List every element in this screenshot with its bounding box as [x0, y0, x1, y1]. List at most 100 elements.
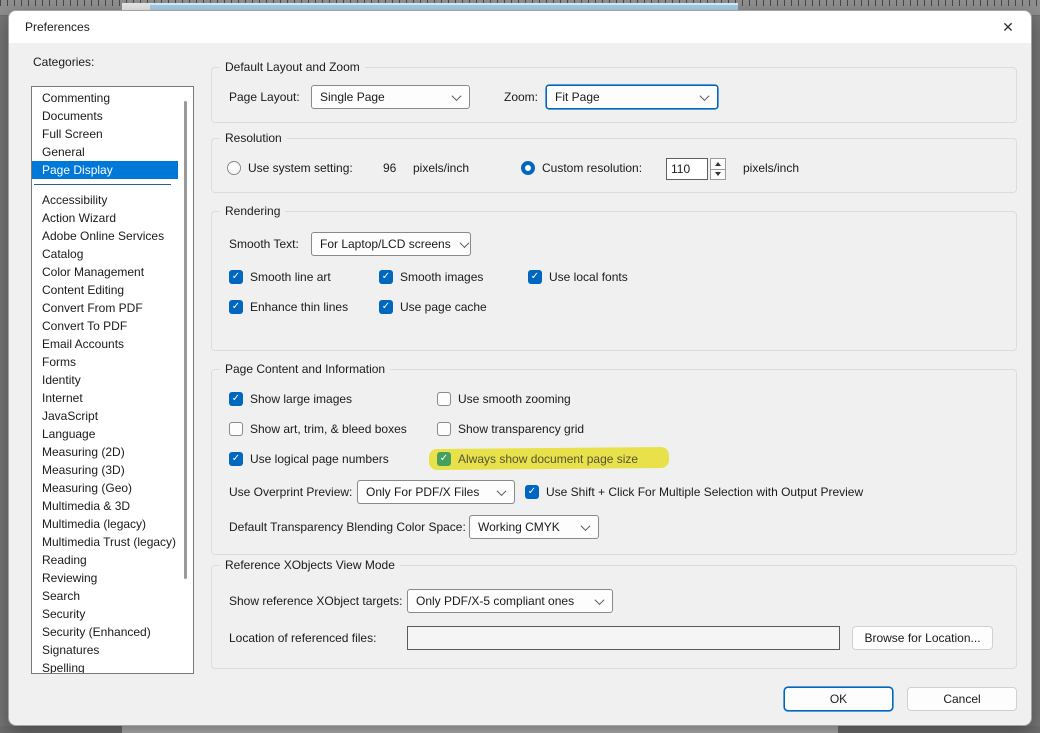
- category-item[interactable]: Measuring (3D): [32, 461, 178, 479]
- radio-custom-resolution[interactable]: Custom resolution:: [521, 158, 642, 178]
- page-layout-label: Page Layout:: [229, 90, 300, 104]
- group-title: Reference XObjects View Mode: [220, 558, 400, 572]
- checkbox-shift-click-multiple-selection[interactable]: ✓ Use Shift + Click For Multiple Selecti…: [525, 482, 863, 502]
- checkbox-show-transparency-grid[interactable]: Show transparency grid: [437, 419, 584, 439]
- page-layout-select[interactable]: Single Page: [311, 85, 470, 109]
- checkbox-use-logical-page-numbers[interactable]: ✓ Use logical page numbers: [229, 449, 389, 469]
- category-item[interactable]: Convert To PDF: [32, 317, 178, 335]
- checkbox-show-art-trim-bleed[interactable]: Show art, trim, & bleed boxes: [229, 419, 407, 439]
- radio-label: Custom resolution:: [542, 161, 643, 175]
- category-item[interactable]: Spelling: [32, 659, 178, 673]
- cancel-button[interactable]: Cancel: [907, 687, 1017, 711]
- checkbox-use-page-cache[interactable]: ✓ Use page cache: [379, 297, 487, 317]
- checkbox-icon: [229, 422, 243, 436]
- category-item[interactable]: Forms: [32, 353, 178, 371]
- category-item[interactable]: Documents: [32, 107, 178, 125]
- checkbox-use-local-fonts[interactable]: ✓ Use local fonts: [528, 267, 628, 287]
- checkbox-label: Enhance thin lines: [250, 300, 349, 314]
- checkbox-label: Show large images: [250, 392, 353, 406]
- checkbox-label: Use page cache: [400, 300, 487, 314]
- category-item[interactable]: Internet: [32, 389, 178, 407]
- xobject-targets-select[interactable]: Only PDF/X-5 compliant ones: [407, 589, 613, 613]
- categories-scrollbar[interactable]: [180, 88, 192, 672]
- category-item[interactable]: Language: [32, 425, 178, 443]
- zoom-select[interactable]: Fit Page: [546, 85, 718, 109]
- group-title: Rendering: [220, 204, 286, 218]
- group-title: Page Content and Information: [220, 362, 391, 376]
- categories-scrollbar-thumb[interactable]: [184, 101, 187, 579]
- close-icon[interactable]: ✕: [995, 15, 1021, 39]
- category-item[interactable]: Multimedia (legacy): [32, 515, 178, 533]
- category-item[interactable]: JavaScript: [32, 407, 178, 425]
- checkbox-always-show-page-size[interactable]: ✓ Always show document page size: [437, 449, 638, 469]
- system-resolution-unit: pixels/inch: [413, 161, 470, 175]
- chevron-down-icon: [699, 90, 710, 101]
- spinner-up-button[interactable]: [710, 158, 726, 170]
- category-item[interactable]: Full Screen: [32, 125, 178, 143]
- category-item[interactable]: Security (Enhanced): [32, 623, 178, 641]
- category-item[interactable]: Security: [32, 605, 178, 623]
- radio-label: Use system setting:: [248, 161, 353, 175]
- category-item[interactable]: Catalog: [32, 245, 178, 263]
- checkbox-icon: [437, 392, 451, 406]
- checkbox-label: Use smooth zooming: [458, 392, 571, 406]
- chevron-down-icon: [580, 520, 591, 531]
- category-item[interactable]: General: [32, 143, 178, 161]
- blend-color-space-label: Default Transparency Blending Color Spac…: [229, 520, 466, 534]
- category-item[interactable]: Identity: [32, 371, 178, 389]
- checkbox-label: Show art, trim, & bleed boxes: [250, 422, 407, 436]
- category-item[interactable]: Measuring (2D): [32, 443, 178, 461]
- overprint-preview-select[interactable]: Only For PDF/X Files: [357, 480, 515, 504]
- blend-color-space-select[interactable]: Working CMYK: [469, 515, 599, 539]
- ok-button[interactable]: OK: [784, 687, 893, 711]
- group-title: Default Layout and Zoom: [220, 60, 365, 74]
- radio-icon: [227, 161, 241, 175]
- category-item[interactable]: Reviewing: [32, 569, 178, 587]
- category-item[interactable]: Content Editing: [32, 281, 178, 299]
- background-bottom-strip: [0, 726, 1040, 733]
- checkbox-label: Show transparency grid: [458, 422, 585, 436]
- radio-use-system-setting[interactable]: Use system setting:: [227, 158, 353, 178]
- category-item[interactable]: Email Accounts: [32, 335, 178, 353]
- checkbox-icon: ✓: [229, 270, 243, 284]
- checkbox-icon: ✓: [528, 270, 542, 284]
- category-item[interactable]: Accessibility: [32, 191, 178, 209]
- browse-for-location-button[interactable]: Browse for Location...: [852, 626, 993, 650]
- category-item[interactable]: Signatures: [32, 641, 178, 659]
- overprint-preview-value: Only For PDF/X Files: [366, 485, 480, 499]
- checkbox-icon: ✓: [379, 300, 393, 314]
- zoom-label: Zoom:: [504, 90, 539, 104]
- chevron-down-icon: [594, 594, 605, 605]
- category-item[interactable]: Search: [32, 587, 178, 605]
- checkbox-enhance-thin-lines[interactable]: ✓ Enhance thin lines: [229, 297, 348, 317]
- category-item[interactable]: Color Management: [32, 263, 178, 281]
- checkbox-icon: ✓: [229, 300, 243, 314]
- smooth-text-select[interactable]: For Laptop/LCD screens: [311, 232, 471, 256]
- chevron-down-icon: [451, 90, 462, 101]
- checkbox-show-large-images[interactable]: ✓ Show large images: [229, 389, 352, 409]
- checkbox-smooth-line-art[interactable]: ✓ Smooth line art: [229, 267, 331, 287]
- category-item[interactable]: Multimedia & 3D: [32, 497, 178, 515]
- checkbox-use-smooth-zooming[interactable]: Use smooth zooming: [437, 389, 571, 409]
- category-item[interactable]: Commenting: [32, 89, 178, 107]
- chevron-down-icon: [496, 485, 507, 496]
- checkbox-smooth-images[interactable]: ✓ Smooth images: [379, 267, 483, 287]
- category-item[interactable]: Action Wizard: [32, 209, 178, 227]
- referenced-files-input[interactable]: [407, 626, 840, 650]
- arrow-up-icon: [715, 161, 721, 166]
- category-item[interactable]: Page Display: [32, 161, 178, 179]
- checkbox-icon: ✓: [525, 485, 539, 499]
- category-item[interactable]: Adobe Online Services: [32, 227, 178, 245]
- system-resolution-value: 96: [383, 161, 397, 175]
- category-item[interactable]: Convert From PDF: [32, 299, 178, 317]
- smooth-text-value: For Laptop/LCD screens: [320, 237, 451, 251]
- spinner-down-button[interactable]: [710, 169, 726, 180]
- group-title: Resolution: [220, 131, 287, 145]
- category-item[interactable]: Multimedia Trust (legacy): [32, 533, 178, 551]
- page-layout-value: Single Page: [320, 90, 385, 104]
- category-item[interactable]: Measuring (Geo): [32, 479, 178, 497]
- category-item[interactable]: Reading: [32, 551, 178, 569]
- zoom-value: Fit Page: [555, 90, 600, 104]
- blend-color-space-value: Working CMYK: [478, 520, 560, 534]
- custom-resolution-input[interactable]: [666, 158, 708, 180]
